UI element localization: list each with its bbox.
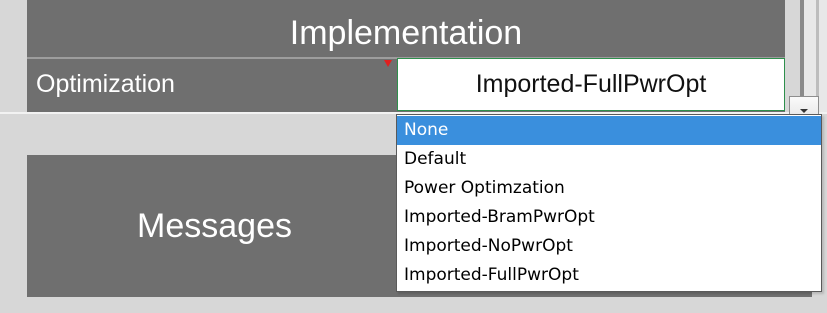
option-default[interactable]: Default xyxy=(397,145,821,174)
optimization-selected-value: Imported-FullPwrOpt xyxy=(475,70,707,98)
option-power-optimization[interactable]: Power Optimzation xyxy=(397,174,821,203)
option-imported-nopwropt[interactable]: Imported-NoPwrOpt xyxy=(397,232,821,261)
option-imported-fullpwropt[interactable]: Imported-FullPwrOpt xyxy=(397,261,821,290)
optimization-options-list: None Default Power Optimzation Imported-… xyxy=(396,114,822,292)
implementation-title: Implementation xyxy=(289,14,523,52)
optimization-label: Optimization xyxy=(36,70,175,98)
comment-indicator-icon xyxy=(384,60,392,67)
spreadsheet-form: Implementation Optimization Imported-Ful… xyxy=(0,0,827,313)
chevron-down-icon xyxy=(800,108,808,113)
option-imported-brampwropt[interactable]: Imported-BramPwrOpt xyxy=(397,203,821,232)
messages-label: Messages xyxy=(137,207,292,245)
option-none[interactable]: None xyxy=(397,116,821,145)
optimization-select[interactable]: Imported-FullPwrOpt xyxy=(397,58,785,111)
